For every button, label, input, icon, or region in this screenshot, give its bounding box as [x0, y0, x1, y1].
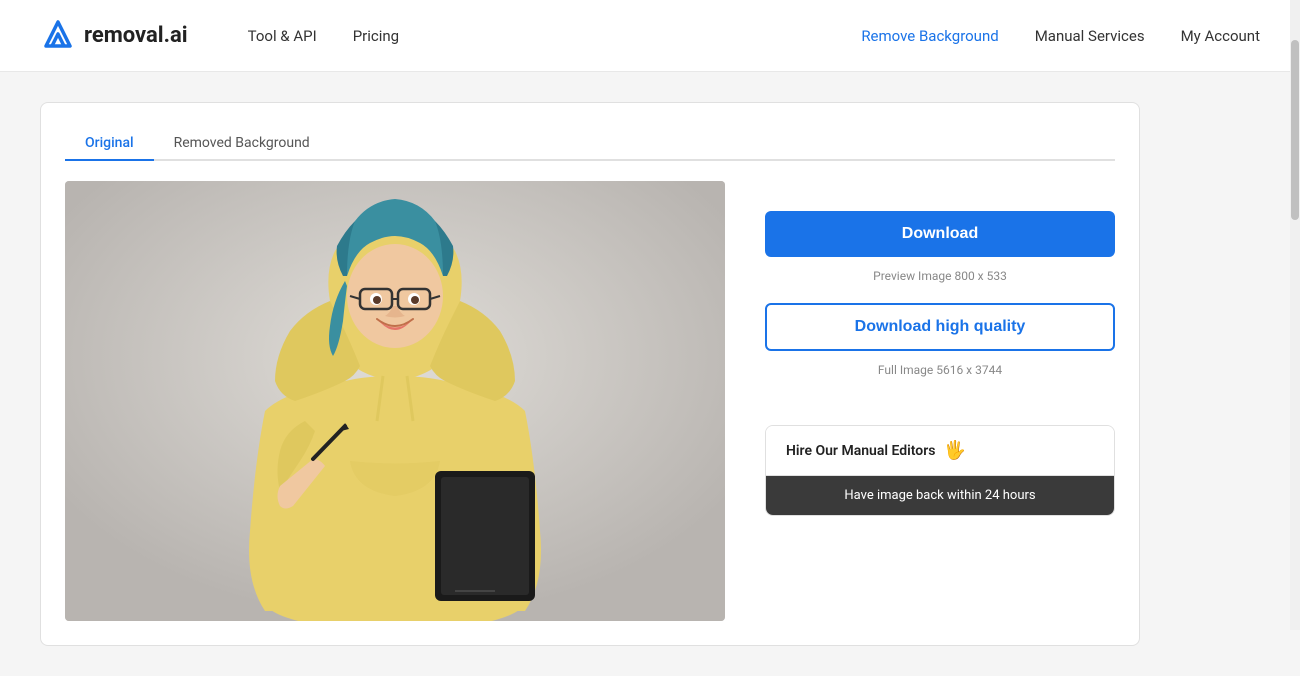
nav-right: Remove Background Manual Services My Acc…: [861, 27, 1260, 45]
logo-text: removal.ai: [84, 23, 188, 48]
tab-original[interactable]: Original: [65, 127, 154, 161]
full-image-label: Full Image 5616 x 3744: [765, 363, 1115, 377]
header: removal.ai Tool & API Pricing Remove Bac…: [0, 0, 1300, 72]
logo-icon: [40, 18, 76, 54]
nav-manual-services[interactable]: Manual Services: [1035, 27, 1145, 45]
download-high-quality-button[interactable]: Download high quality: [765, 303, 1115, 351]
tab-bar: Original Removed Background: [65, 127, 1115, 161]
hire-editors-card[interactable]: Hire Our Manual Editors 🖐 Have image bac…: [765, 425, 1115, 516]
main-card: Original Removed Background: [40, 102, 1140, 646]
person-image: [65, 181, 725, 621]
preview-label: Preview Image 800 x 533: [765, 269, 1115, 283]
hire-editors-title: Hire Our Manual Editors: [786, 443, 935, 459]
nav-left: Tool & API Pricing: [248, 27, 400, 45]
hire-editors-subtitle: Have image back within 24 hours: [766, 476, 1114, 515]
logo[interactable]: removal.ai: [40, 18, 188, 54]
page-scrollbar[interactable]: [1290, 0, 1300, 630]
download-button[interactable]: Download: [765, 211, 1115, 257]
main-content: Original Removed Background: [0, 72, 1300, 676]
nav-my-account[interactable]: My Account: [1181, 27, 1260, 45]
nav-tool-api[interactable]: Tool & API: [248, 27, 317, 45]
hire-editors-top: Hire Our Manual Editors 🖐: [766, 426, 1114, 476]
page-scrollbar-thumb[interactable]: [1291, 40, 1299, 220]
tab-removed-background[interactable]: Removed Background: [154, 127, 330, 161]
nav-pricing[interactable]: Pricing: [353, 27, 399, 45]
content-row: Download Preview Image 800 x 533 Downloa…: [65, 181, 1115, 621]
image-preview: [65, 181, 725, 621]
right-panel: Download Preview Image 800 x 533 Downloa…: [765, 181, 1115, 516]
nav-remove-background[interactable]: Remove Background: [861, 27, 998, 45]
hire-editors-emoji: 🖐: [943, 440, 965, 461]
